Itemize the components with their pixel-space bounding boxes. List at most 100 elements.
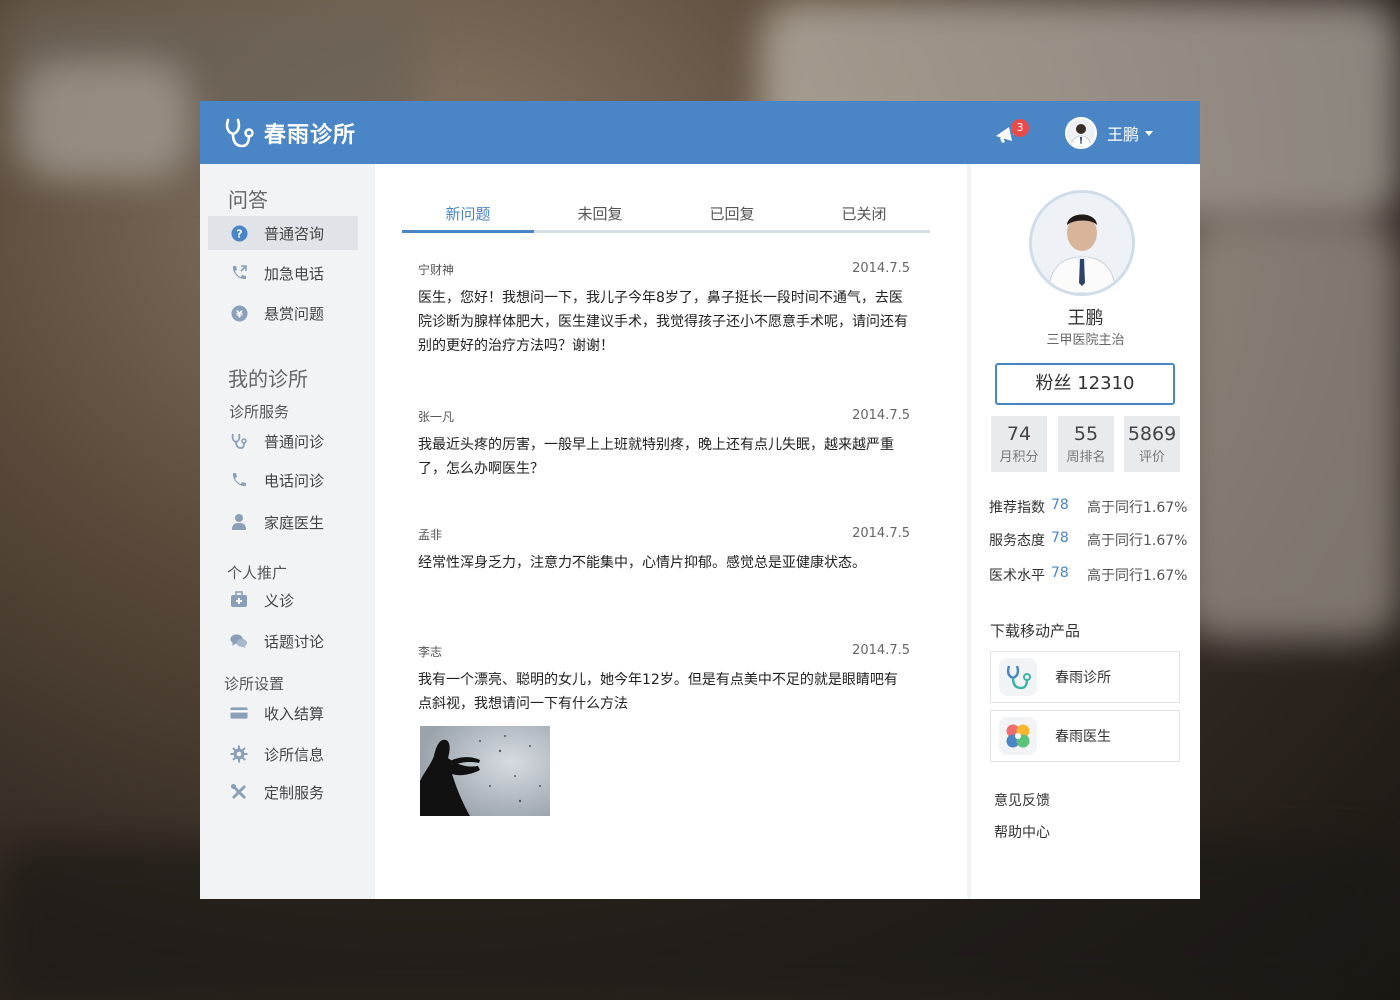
subsection-title-clinic-settings: 诊所设置 bbox=[224, 675, 285, 693]
sidebar-item-bounty[interactable]: ¥ 悬赏问题 bbox=[208, 296, 358, 330]
app-download-chunyu-clinic[interactable]: 春雨诊所 bbox=[990, 651, 1180, 703]
sidebar-item-general-consult[interactable]: ? 普通咨询 bbox=[208, 216, 358, 250]
tab-unreplied[interactable]: 未回复 bbox=[534, 202, 666, 230]
metric-value: 78 bbox=[1051, 530, 1069, 546]
subsection-title-promotion: 个人推广 bbox=[227, 564, 288, 582]
sidebar-item-urgent-call[interactable]: 加急电话 bbox=[208, 256, 358, 290]
sidebar-item-label: 话题讨论 bbox=[264, 632, 325, 651]
app-name: 春雨诊所 bbox=[1055, 670, 1111, 686]
sidebar-item-phone-visit[interactable]: 电话问诊 bbox=[208, 463, 358, 497]
sidebar-item-label: 定制服务 bbox=[264, 783, 325, 802]
stat-value: 74 bbox=[1006, 423, 1032, 445]
sidebar: 问答 ? 普通咨询 加急电话 ¥ 悬赏问题 我的诊所 诊所服务 普通问诊 电话问… bbox=[200, 164, 371, 899]
sidebar-item-income-settlement[interactable]: 收入结算 bbox=[208, 696, 358, 730]
stat-label: 月积分 bbox=[999, 450, 1039, 465]
question-author: 李志 bbox=[418, 645, 443, 659]
question-author: 张一凡 bbox=[418, 410, 455, 424]
metric-value: 78 bbox=[1051, 497, 1069, 513]
metric-recommend-index: 推荐指数 78 高于同行1.67% bbox=[989, 497, 1189, 517]
metric-label: 服务态度 bbox=[989, 533, 1045, 549]
stat-weekly-rank: 55 周排名 bbox=[1058, 416, 1114, 472]
sidebar-item-general-visit[interactable]: 普通问诊 bbox=[208, 424, 358, 458]
question-text: 我最近头疼的厉害，一般早上上班就特别疼，晚上还有点儿失眠，越来越严重了，怎么办啊… bbox=[418, 437, 894, 477]
tab-new-questions[interactable]: 新问题 bbox=[402, 202, 534, 233]
question-date: 2014.7.5 bbox=[852, 526, 910, 541]
question-item[interactable]: 李志 2014.7.5 我有一个漂亮、聪明的女儿，她今年12岁。但是有点美中不足的… bbox=[418, 643, 910, 716]
notification-badge: 3 bbox=[1011, 119, 1029, 137]
tab-closed[interactable]: 已关闭 bbox=[798, 202, 930, 230]
phone-icon bbox=[230, 471, 248, 489]
avatar bbox=[1065, 117, 1097, 149]
metric-compare: 高于同行1.67% bbox=[1087, 533, 1188, 549]
question-author: 孟非 bbox=[418, 528, 443, 542]
sidebar-item-free-clinic[interactable]: 义诊 bbox=[208, 583, 358, 617]
section-title-my-clinic: 我的诊所 bbox=[228, 367, 308, 391]
clover-app-icon bbox=[999, 717, 1037, 755]
question-feed: 新问题 未回复 已回复 已关闭 宁财神 2014.7.5 医生，您好！我想问一下，… bbox=[375, 164, 967, 899]
question-item[interactable]: 宁财神 2014.7.5 医生，您好！我想问一下，我儿子今年8岁了，鼻子挺长一段时… bbox=[418, 261, 910, 358]
coin-yuan-icon: ¥ bbox=[230, 304, 248, 322]
sidebar-item-label: 收入结算 bbox=[264, 704, 325, 723]
sidebar-item-label: 加急电话 bbox=[264, 264, 325, 283]
metric-compare: 高于同行1.67% bbox=[1087, 500, 1188, 516]
medkit-icon bbox=[230, 591, 248, 609]
metric-label: 推荐指数 bbox=[989, 500, 1045, 516]
metric-label: 医术水平 bbox=[989, 568, 1045, 584]
question-date: 2014.7.5 bbox=[852, 408, 910, 423]
brand-name: 春雨诊所 bbox=[264, 122, 357, 148]
question-attachment-image[interactable] bbox=[420, 726, 550, 816]
sidebar-item-family-doctor[interactable]: 家庭医生 bbox=[208, 505, 358, 539]
phone-forward-icon bbox=[230, 264, 248, 282]
stethoscope-icon bbox=[230, 432, 248, 450]
tools-icon bbox=[230, 783, 248, 801]
question-item[interactable]: 张一凡 2014.7.5 我最近头疼的厉害，一般早上上班就特别疼，晚上还有点儿失眠… bbox=[418, 408, 910, 481]
metric-service-attitude: 服务态度 78 高于同行1.67% bbox=[989, 530, 1189, 550]
sidebar-item-label: 诊所信息 bbox=[264, 745, 325, 764]
sidebar-item-custom-service[interactable]: 定制服务 bbox=[208, 775, 358, 809]
app-window: 春雨诊所 3 王鹏 问答 ? 普通咨询 加急电话 ¥ 悬赏问题 我的诊所 诊所服… bbox=[200, 101, 1200, 899]
stat-label: 评价 bbox=[1138, 450, 1165, 465]
credit-card-icon bbox=[230, 704, 248, 722]
metric-medical-skill: 医术水平 78 高于同行1.67% bbox=[989, 565, 1189, 585]
downloads-title: 下载移动产品 bbox=[990, 622, 1081, 640]
chevron-down-icon bbox=[1145, 130, 1154, 136]
doctor-avatar bbox=[1029, 190, 1135, 296]
app-download-chunyu-doctor[interactable]: 春雨医生 bbox=[990, 710, 1180, 762]
sidebar-item-label: 电话问诊 bbox=[264, 471, 325, 490]
question-date: 2014.7.5 bbox=[852, 261, 910, 276]
user-menu[interactable]: 王鹏 bbox=[1065, 117, 1154, 149]
sidebar-item-clinic-info[interactable]: 诊所信息 bbox=[208, 737, 358, 771]
sidebar-item-label: 义诊 bbox=[264, 591, 295, 610]
user-name: 王鹏 bbox=[1107, 125, 1140, 144]
gear-icon bbox=[230, 745, 248, 763]
metric-value: 78 bbox=[1051, 565, 1069, 581]
sidebar-item-label: 家庭医生 bbox=[264, 513, 325, 532]
question-date: 2014.7.5 bbox=[852, 643, 910, 658]
doctor-name: 王鹏 bbox=[1067, 308, 1104, 329]
fans-count-button[interactable]: 粉丝 12310 bbox=[995, 363, 1175, 405]
sidebar-item-label: 悬赏问题 bbox=[264, 304, 325, 323]
subsection-title-clinic-service: 诊所服务 bbox=[229, 403, 290, 421]
stethoscope-logo-icon bbox=[225, 118, 254, 147]
sidebar-item-topic-discussion[interactable]: 话题讨论 bbox=[208, 624, 358, 658]
stat-value: 5869 bbox=[1127, 423, 1177, 445]
doctor-profile-panel: 王鹏 三甲医院主治 粉丝 12310 74 月积分 55 周排名 5869 评价… bbox=[971, 164, 1200, 899]
top-bar: 春雨诊所 3 王鹏 bbox=[200, 101, 1200, 164]
help-center-link[interactable]: 帮助中心 bbox=[994, 822, 1050, 842]
feedback-link[interactable]: 意见反馈 bbox=[994, 790, 1050, 810]
question-item[interactable]: 孟非 2014.7.5 经常性浑身乏力，注意力不能集中，心情片抑郁。感觉总是亚健康… bbox=[418, 526, 910, 575]
svg-text:?: ? bbox=[236, 227, 242, 240]
svg-text:¥: ¥ bbox=[236, 309, 243, 320]
question-text: 我有一个漂亮、聪明的女儿，她今年12岁。但是有点美中不足的就是眼睛吧有点斜视，我… bbox=[418, 672, 898, 712]
stat-reviews: 5869 评价 bbox=[1124, 416, 1180, 472]
stat-monthly-points: 74 月积分 bbox=[991, 416, 1047, 472]
chat-bubbles-icon bbox=[230, 632, 248, 650]
person-icon bbox=[230, 513, 248, 531]
app-name: 春雨医生 bbox=[1055, 729, 1111, 745]
notification-button[interactable]: 3 bbox=[992, 119, 1029, 149]
question-author: 宁财神 bbox=[418, 263, 455, 277]
tab-replied[interactable]: 已回复 bbox=[666, 202, 798, 230]
doctor-title: 三甲医院主治 bbox=[1046, 333, 1125, 348]
stat-value: 55 bbox=[1073, 423, 1099, 445]
stat-label: 周排名 bbox=[1066, 450, 1106, 465]
